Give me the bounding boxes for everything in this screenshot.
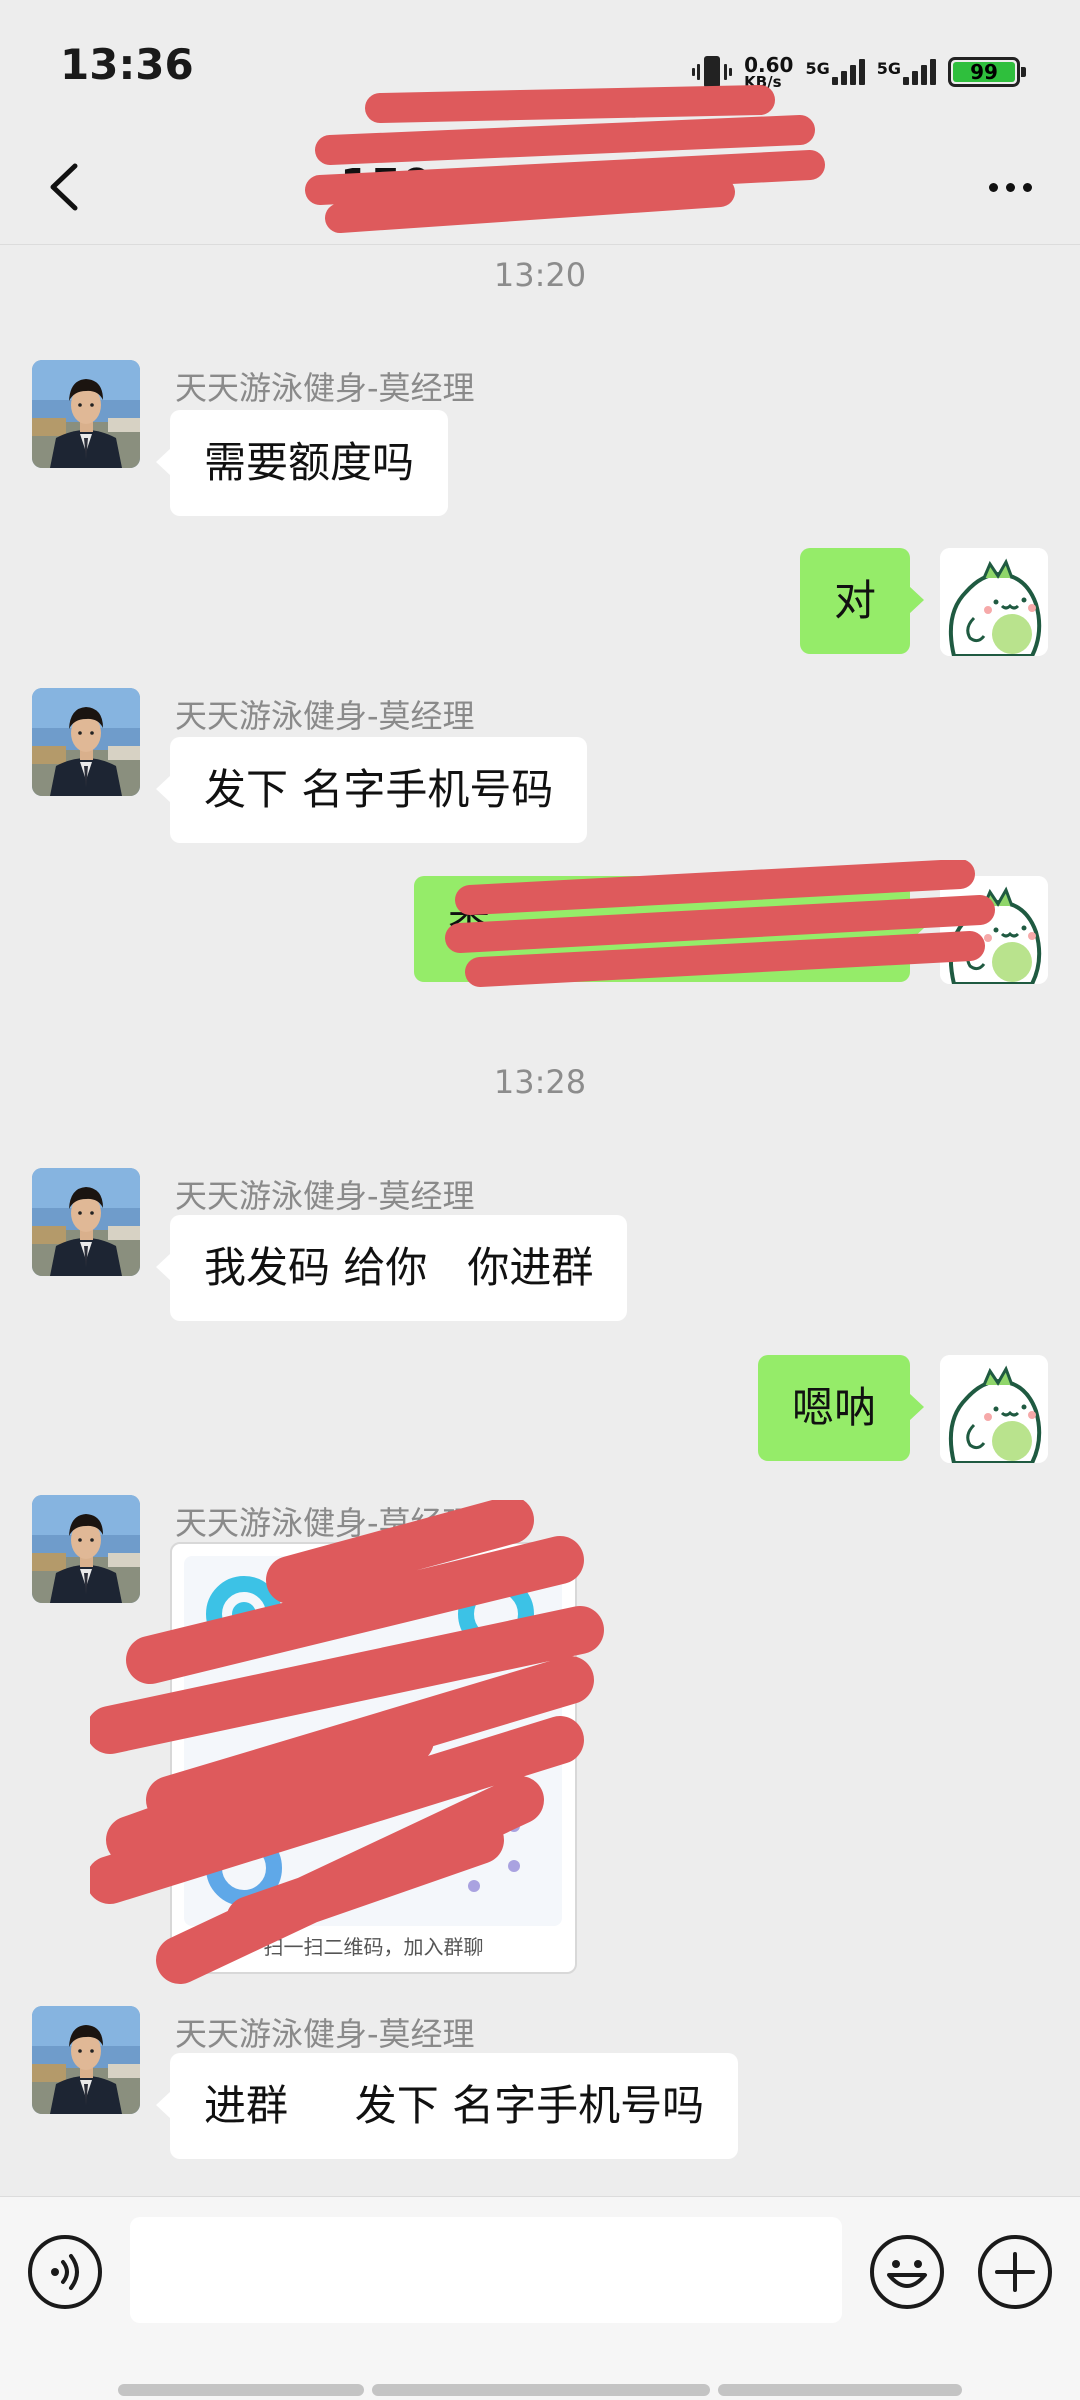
message-bubble[interactable]: 进群 发下 名字手机号吗 xyxy=(155,2053,739,2159)
emoji-button[interactable] xyxy=(870,2235,944,2309)
message-bubble[interactable]: 对 xyxy=(799,548,925,654)
chat-input-bar xyxy=(0,2196,1080,2400)
signal-bars-icon xyxy=(831,59,865,85)
gesture-navigation-bar[interactable] xyxy=(118,2384,962,2396)
more-functions-button[interactable] xyxy=(978,2235,1052,2309)
redaction-scribble xyxy=(445,860,995,987)
avatar[interactable] xyxy=(32,2006,140,2114)
redaction-scribble xyxy=(90,1500,604,1984)
battery-level: 99 xyxy=(953,62,1015,82)
sim1-network-type: 5G xyxy=(805,59,830,78)
status-time: 13:36 xyxy=(60,40,194,89)
chevron-left-icon xyxy=(50,163,78,211)
network-speed-value: 0.60 xyxy=(744,52,794,77)
sim2-signal: 5G xyxy=(877,59,936,85)
message-bubble[interactable]: 我发码 给你 你进群 xyxy=(155,1215,628,1321)
avatar[interactable] xyxy=(32,688,140,796)
sender-name: 天天游泳健身-莫经理 xyxy=(175,2015,475,2053)
message-bubble[interactable]: 需要额度吗 xyxy=(155,410,449,516)
sender-name: 天天游泳健身-莫经理 xyxy=(175,1177,475,1215)
voice-icon xyxy=(51,2254,79,2290)
emoji-icon xyxy=(887,2260,927,2288)
more-options-button[interactable] xyxy=(970,152,1050,222)
avatar[interactable] xyxy=(32,1168,140,1276)
sender-name: 天天游泳健身-莫经理 xyxy=(175,697,475,735)
timestamp: 13:20 xyxy=(493,256,587,294)
my-avatar[interactable] xyxy=(940,548,1048,656)
my-avatar[interactable] xyxy=(940,1355,1048,1463)
sim2-network-type: 5G xyxy=(876,59,901,78)
message-bubble[interactable]: 嗯呐 xyxy=(757,1355,925,1461)
message-bubble[interactable]: 发下 名字手机号码 xyxy=(155,737,588,843)
back-button[interactable] xyxy=(30,152,100,222)
signal-bars-icon xyxy=(903,59,936,85)
redaction-scribble xyxy=(305,85,825,233)
message-input[interactable] xyxy=(130,2217,842,2323)
voice-button[interactable] xyxy=(28,2235,102,2309)
sender-name: 天天游泳健身-莫经理 xyxy=(175,369,475,407)
timestamp: 13:28 xyxy=(493,1063,587,1101)
battery-icon: 99 xyxy=(948,57,1026,87)
avatar[interactable] xyxy=(32,360,140,468)
more-dots-icon xyxy=(988,182,998,192)
plus-icon xyxy=(995,2252,1035,2292)
